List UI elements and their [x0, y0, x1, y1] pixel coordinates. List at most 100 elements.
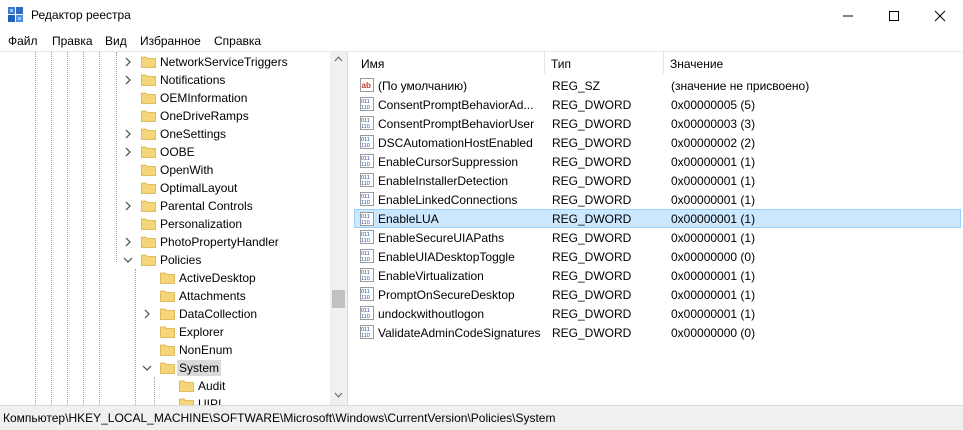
value-row[interactable]: 011 110 undockwithoutlogon REG_DWORD 0x00000… — [355, 304, 960, 323]
dword-value-icon: 011110 — [360, 97, 374, 111]
tree-item-openwith[interactable]: OpenWith — [0, 161, 330, 179]
value-type: REG_DWORD — [552, 98, 632, 112]
value-row[interactable]: 011 110 PromptOnSecureDesktop REG_DWORD 0x00… — [355, 285, 960, 304]
folder-icon — [179, 380, 194, 392]
tree-item-oeminformation[interactable]: OEMInformation — [0, 89, 330, 107]
tree-item-nonenum[interactable]: NonEnum — [0, 341, 330, 359]
value-data: 0x00000002 (2) — [671, 136, 756, 150]
column-divider[interactable] — [663, 52, 664, 74]
tree-scroll-thumb[interactable] — [332, 290, 345, 308]
tree-item-onedriveramps[interactable]: OneDriveRamps — [0, 107, 330, 125]
folder-icon — [160, 362, 175, 374]
maximize-button[interactable] — [871, 0, 917, 31]
chevron-right-icon[interactable] — [123, 75, 133, 85]
tree-item-explorer[interactable]: Explorer — [0, 323, 330, 341]
value-row[interactable]: 011 110 ConsentPromptBehaviorUser REG_DWORD… — [355, 114, 960, 133]
svg-text:110: 110 — [361, 295, 370, 301]
value-row[interactable]: 011 110 EnableUIADesktopToggle REG_DWORD 0x0… — [355, 247, 960, 266]
list-header: Имя Тип Значение — [354, 52, 963, 74]
tree-item-audit[interactable]: Audit — [0, 377, 330, 395]
column-divider[interactable] — [544, 52, 545, 74]
tree-item-parental-controls[interactable]: Parental Controls — [0, 197, 330, 215]
tree-item-networkservicetriggers[interactable]: NetworkServiceTriggers — [0, 53, 330, 71]
value-name: EnableLUA — [378, 212, 439, 226]
values-list[interactable]: Имя Тип Значение ab (По умолчанию) REG_SZ (… — [354, 52, 963, 405]
key-tree[interactable]: NetworkServiceTriggers Notifications OEMIn… — [0, 52, 348, 405]
chevron-down-icon[interactable] — [142, 363, 152, 373]
value-data: 0x00000001 (1) — [671, 212, 756, 226]
chevron-right-icon[interactable] — [142, 309, 152, 319]
tree-item-oobe[interactable]: OOBE — [0, 143, 330, 161]
tree-item-onesettings[interactable]: OneSettings — [0, 125, 330, 143]
tree-item-label: Attachments — [179, 289, 246, 303]
column-type[interactable]: Тип — [551, 57, 571, 71]
folder-icon — [141, 146, 156, 158]
tree-item-datacollection[interactable]: DataCollection — [0, 305, 330, 323]
svg-text:110: 110 — [361, 257, 370, 263]
tree-item-optimallayout[interactable]: OptimalLayout — [0, 179, 330, 197]
value-row[interactable]: ab (По умолчанию) REG_SZ (значение не присв… — [355, 76, 960, 95]
value-data: 0x00000001 (1) — [671, 155, 756, 169]
value-row[interactable]: 011 110 EnableLUA REG_DWORD 0x00000001 (1) — [354, 209, 961, 228]
chevron-right-icon[interactable] — [123, 237, 133, 247]
tree-item-activedesktop[interactable]: ActiveDesktop — [0, 269, 330, 287]
close-button[interactable] — [917, 0, 963, 31]
value-type: REG_DWORD — [552, 307, 632, 321]
value-data: 0x00000001 (1) — [671, 269, 756, 283]
tree-item-attachments[interactable]: Attachments — [0, 287, 330, 305]
svg-text:110: 110 — [361, 162, 370, 168]
value-type: REG_DWORD — [552, 212, 632, 226]
svg-text:110: 110 — [361, 105, 370, 111]
svg-text:ab: ab — [362, 81, 371, 90]
value-row[interactable]: 011 110 EnableVirtualization REG_DWORD 0x000… — [355, 266, 960, 285]
tree-item-notifications[interactable]: Notifications — [0, 71, 330, 89]
tree-item-uipi[interactable]: UIPI — [0, 395, 330, 405]
string-value-icon: ab — [360, 78, 374, 92]
value-type: REG_DWORD — [552, 155, 632, 169]
svg-text:110: 110 — [361, 238, 370, 244]
folder-icon — [141, 164, 156, 176]
tree-item-label: Parental Controls — [160, 199, 253, 213]
value-data: 0x00000003 (3) — [671, 117, 756, 131]
tree-vertical-scrollbar[interactable] — [330, 52, 347, 405]
chevron-right-icon[interactable] — [123, 147, 133, 157]
tree-item-label: Explorer — [179, 325, 224, 339]
menu-file[interactable]: Файл — [8, 34, 38, 48]
chevron-right-icon[interactable] — [123, 129, 133, 139]
tree-item-system[interactable]: System — [0, 359, 330, 377]
value-row[interactable]: 011 110 ValidateAdminCodeSignatures REG_DWO… — [355, 323, 960, 342]
folder-icon — [141, 218, 156, 230]
tree-item-label: OEMInformation — [160, 91, 248, 105]
menu-favorites[interactable]: Избранное — [140, 34, 201, 48]
folder-icon — [141, 128, 156, 140]
column-value[interactable]: Значение — [670, 57, 723, 71]
dword-value-icon: 011110 — [360, 173, 374, 187]
chevron-right-icon[interactable] — [123, 201, 133, 211]
value-row[interactable]: 011 110 EnableInstallerDetection REG_DWORD 0… — [355, 171, 960, 190]
value-row[interactable]: 011 110 EnableCursorSuppression REG_DWORD 0x… — [355, 152, 960, 171]
tree-item-label: Audit — [198, 379, 226, 393]
minimize-button[interactable] — [825, 0, 871, 31]
chevron-right-icon[interactable] — [123, 57, 133, 67]
dword-value-icon: 011110 — [360, 212, 374, 226]
tree-item-photopropertyhandler[interactable]: PhotoPropertyHandler — [0, 233, 330, 251]
value-row[interactable]: 011 110 DSCAutomationHostEnabled REG_DWORD 0… — [355, 133, 960, 152]
value-row[interactable]: 011 110 EnableLinkedConnections REG_DWORD 0x… — [355, 190, 960, 209]
menu-help[interactable]: Справка — [214, 34, 261, 48]
chevron-down-icon[interactable] — [123, 255, 133, 265]
menu-edit[interactable]: Правка — [52, 34, 93, 48]
menu-view[interactable]: Вид — [105, 34, 127, 48]
value-name: ConsentPromptBehaviorAd... — [378, 98, 534, 112]
column-name[interactable]: Имя — [361, 57, 384, 71]
tree-item-policies[interactable]: Policies — [0, 251, 330, 269]
scroll-down-icon[interactable] — [334, 392, 343, 398]
svg-text:110: 110 — [361, 333, 370, 339]
tree-item-personalization[interactable]: Personalization — [0, 215, 330, 233]
value-row[interactable]: 011 110 ConsentPromptBehaviorAd... REG_DWOR… — [355, 95, 960, 114]
value-name: EnableInstallerDetection — [378, 174, 509, 188]
tree-item-label: OpenWith — [160, 163, 214, 177]
value-data: 0x00000001 (1) — [671, 174, 756, 188]
value-data: 0x00000005 (5) — [671, 98, 756, 112]
value-row[interactable]: 011 110 EnableSecureUIAPaths REG_DWORD 0x000… — [355, 228, 960, 247]
scroll-up-icon[interactable] — [334, 56, 343, 62]
